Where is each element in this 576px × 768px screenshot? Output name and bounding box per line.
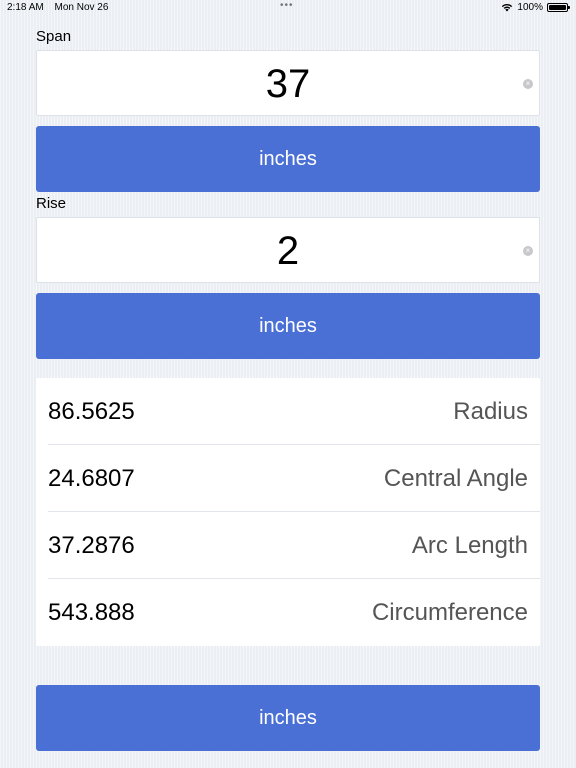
rise-unit-button[interactable]: inches (36, 293, 540, 359)
result-name: Central Angle (383, 465, 528, 492)
rise-input[interactable]: 2 × (36, 217, 540, 283)
status-time: 2:18 AM (7, 2, 44, 13)
span-unit-button[interactable]: inches (36, 126, 540, 192)
multitasking-dots[interactable]: ••• (280, 0, 294, 11)
result-value: 543.888 (48, 599, 135, 626)
clear-span-icon[interactable]: × (523, 79, 533, 89)
span-input[interactable]: 37 × (36, 50, 540, 116)
status-indicators: 100% (501, 2, 570, 13)
result-name: Radius (453, 398, 528, 425)
output-unit-button[interactable]: inches (36, 685, 540, 751)
result-name: Arc Length (411, 532, 528, 559)
result-value: 24.6807 (48, 465, 135, 492)
results-table: 86.5625 Radius 24.6807 Central Angle 37.… (36, 378, 540, 646)
battery-icon (547, 3, 570, 12)
status-bar: 2:18 AM Mon Nov 26 ••• 100% (0, 0, 576, 16)
span-label: Span (36, 28, 72, 45)
result-value: 37.2876 (48, 532, 135, 559)
result-value: 86.5625 (48, 398, 135, 425)
rise-input-value[interactable]: 2 (37, 218, 539, 282)
clear-rise-icon[interactable]: × (523, 246, 533, 256)
battery-percent: 100% (517, 2, 543, 13)
span-input-value[interactable]: 37 (37, 51, 539, 115)
result-row-arc-length: 37.2876 Arc Length (36, 512, 540, 579)
rise-label: Rise (36, 195, 67, 212)
result-row-circumference: 543.888 Circumference (36, 579, 540, 646)
result-row-radius: 86.5625 Radius (36, 378, 540, 445)
wifi-icon (501, 3, 513, 12)
result-name: Circumference (371, 599, 528, 626)
status-date: Mon Nov 26 (54, 2, 109, 13)
status-time-date: 2:18 AM Mon Nov 26 (7, 2, 116, 13)
result-row-central-angle: 24.6807 Central Angle (36, 445, 540, 512)
